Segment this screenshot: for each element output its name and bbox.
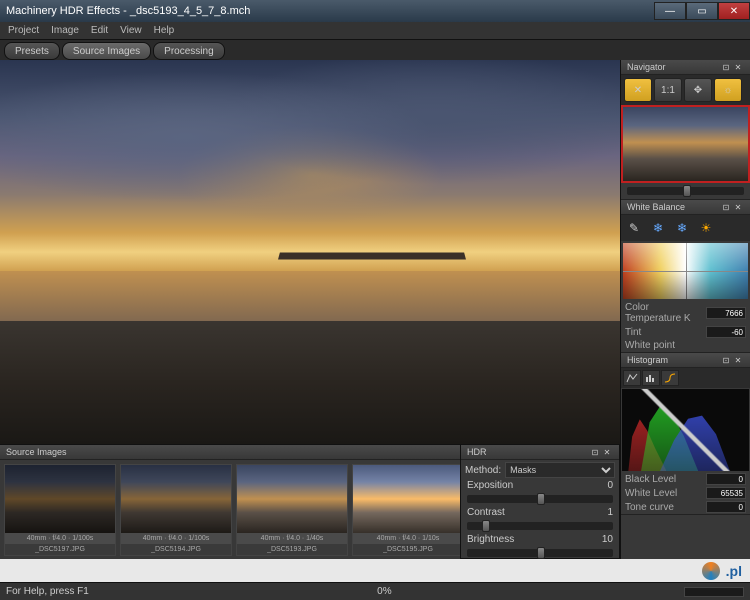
white-level-input[interactable] xyxy=(706,487,746,499)
brightness-slider[interactable] xyxy=(467,549,613,557)
minimize-button[interactable]: — xyxy=(654,2,686,20)
panel-pin-icon[interactable]: ⊡ xyxy=(589,446,601,458)
wb-preset-icon[interactable]: ❄ xyxy=(648,218,668,238)
panel-pin-icon[interactable]: ⊡ xyxy=(720,354,732,366)
nav-1to1-button[interactable]: 1:1 xyxy=(654,78,682,102)
histogram-panel: Histogram⊡✕ Black Level White Level Tone… xyxy=(621,353,750,515)
title-bar: Machinery HDR Effects - _dsc5193_4_5_7_8… xyxy=(0,0,750,22)
menu-image[interactable]: Image xyxy=(51,25,79,36)
nav-settings-button[interactable]: ☼ xyxy=(714,78,742,102)
menu-project[interactable]: Project xyxy=(8,25,39,36)
nav-move-button[interactable]: ✥ xyxy=(684,78,712,102)
panel-close-icon[interactable]: ✕ xyxy=(732,61,744,73)
tab-processing[interactable]: Processing xyxy=(153,42,224,60)
tone-curve-input[interactable] xyxy=(706,501,746,513)
status-bar: For Help, press F1 0% xyxy=(0,582,750,600)
hist-curve-button[interactable] xyxy=(661,370,679,386)
source-thumb[interactable]: 40mm · f/4.0 · 1/10s_DSC5195.JPG xyxy=(352,464,464,556)
hist-mode-button[interactable] xyxy=(642,370,660,386)
menu-help[interactable]: Help xyxy=(154,25,175,36)
footer: .pl xyxy=(0,559,750,582)
navigator-panel: Navigator⊡✕ ✕ 1:1 ✥ ☼ xyxy=(621,60,750,200)
preview-canvas[interactable] xyxy=(0,60,620,444)
menu-view[interactable]: View xyxy=(120,25,142,36)
exposition-slider[interactable] xyxy=(467,495,613,503)
tab-bar: Presets Source Images Processing xyxy=(0,40,750,60)
wb-sun-icon[interactable]: ☀ xyxy=(696,218,716,238)
white-balance-panel: White Balance⊡✕ ✎ ❄ ❄ ☀ Color Temperatur… xyxy=(621,200,750,353)
menu-bar: Project Image Edit View Help xyxy=(0,22,750,40)
panel-pin-icon[interactable]: ⊡ xyxy=(720,61,732,73)
zoom-slider[interactable] xyxy=(627,187,744,195)
tint-input[interactable] xyxy=(706,326,746,338)
window-title: Machinery HDR Effects - _dsc5193_4_5_7_8… xyxy=(6,5,250,17)
status-help: For Help, press F1 xyxy=(6,586,89,597)
contrast-slider[interactable] xyxy=(467,522,613,530)
tab-presets[interactable]: Presets xyxy=(4,42,60,60)
logo-icon xyxy=(702,562,720,580)
domain-label: .pl xyxy=(726,563,742,579)
panel-close-icon[interactable]: ✕ xyxy=(732,201,744,213)
navigator-thumb[interactable] xyxy=(621,105,750,183)
nav-fit-button[interactable]: ✕ xyxy=(624,78,652,102)
hdr-method-select[interactable]: Masks xyxy=(505,462,615,478)
hdr-panel: HDR⊡✕ Method:Masks Exposition0 Contrast1… xyxy=(460,444,620,559)
panel-close-icon[interactable]: ✕ xyxy=(601,446,613,458)
color-temp-input[interactable] xyxy=(706,307,746,319)
panel-pin-icon[interactable]: ⊡ xyxy=(720,201,732,213)
source-thumb[interactable]: 40mm · f/4.0 · 1/40s_DSC5193.JPG xyxy=(236,464,348,556)
wb-preset-icon[interactable]: ❄ xyxy=(672,218,692,238)
hist-mode-button[interactable] xyxy=(623,370,641,386)
panel-close-icon[interactable]: ✕ xyxy=(732,354,744,366)
menu-edit[interactable]: Edit xyxy=(91,25,108,36)
eyedropper-icon[interactable]: ✎ xyxy=(624,218,644,238)
progress-bar xyxy=(684,587,744,597)
source-thumb[interactable]: 40mm · f/4.0 · 1/100s_DSC5194.JPG xyxy=(120,464,232,556)
source-thumb[interactable]: 40mm · f/4.0 · 1/100s_DSC5197.JPG xyxy=(4,464,116,556)
close-button[interactable]: ✕ xyxy=(718,2,750,20)
black-level-input[interactable] xyxy=(706,473,746,485)
tab-source-images[interactable]: Source Images xyxy=(62,42,151,60)
maximize-button[interactable]: ▭ xyxy=(686,2,718,20)
histogram-display[interactable] xyxy=(622,389,749,471)
color-picker[interactable] xyxy=(623,243,748,299)
